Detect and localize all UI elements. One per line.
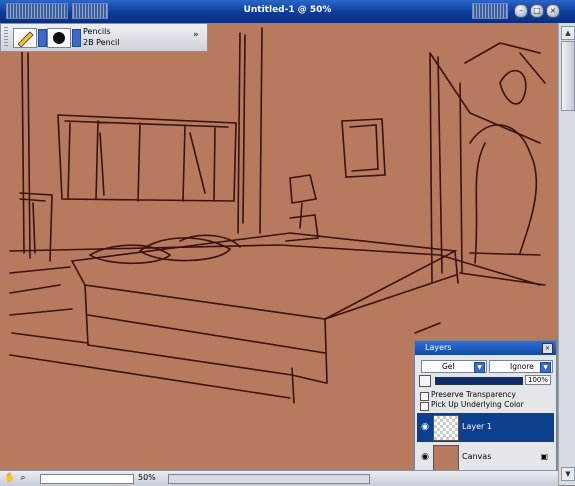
- horizontal-scrollbar[interactable]: [168, 474, 370, 484]
- lock-icon[interactable]: ▣: [540, 452, 548, 461]
- scroll-thumb[interactable]: [561, 41, 575, 111]
- composite-method-select[interactable]: Gel ▼: [421, 360, 487, 373]
- composite-depth-value: Ignore: [510, 362, 534, 371]
- variant-stepper[interactable]: [72, 29, 81, 47]
- layers-panel-header[interactable]: Layers ×: [415, 341, 556, 355]
- preserve-transparency-checkbox[interactable]: [420, 392, 429, 401]
- vertical-scrollbar[interactable]: ▲ ▼: [558, 23, 575, 485]
- opacity-field[interactable]: 100%: [525, 375, 551, 385]
- opacity-slider[interactable]: [435, 377, 523, 385]
- preserve-transparency-label: Preserve Transparency: [431, 390, 516, 399]
- pencil-icon[interactable]: [13, 28, 37, 48]
- property-bar-more[interactable]: »: [193, 30, 199, 40]
- composite-method-value: Gel: [442, 362, 455, 371]
- maximize-icon[interactable]: □: [530, 4, 544, 18]
- panel-close-icon[interactable]: ×: [542, 343, 553, 354]
- brush-icon[interactable]: [47, 28, 71, 48]
- scroll-down-icon[interactable]: ▼: [561, 467, 575, 481]
- layer-thumbnail: [433, 415, 459, 441]
- new-layer-icon[interactable]: [419, 375, 431, 387]
- title-bar: Untitled-1 @ 50% – □ ×: [0, 0, 575, 23]
- brush-category[interactable]: Pencils: [83, 27, 111, 36]
- zoom-slider[interactable]: [40, 474, 134, 484]
- chevron-down-icon[interactable]: ▼: [540, 362, 551, 373]
- chevron-down-icon[interactable]: ▼: [474, 362, 485, 373]
- layer-name: Layer 1: [462, 422, 492, 431]
- close-icon[interactable]: ×: [546, 4, 560, 18]
- hand-icon[interactable]: ✋: [4, 473, 15, 483]
- composite-depth-select[interactable]: Ignore ▼: [489, 360, 553, 373]
- layers-panel-title: Layers: [425, 343, 452, 352]
- eye-icon[interactable]: ◉: [420, 452, 430, 462]
- zoom-level: 50%: [138, 473, 156, 482]
- minimize-icon[interactable]: –: [514, 4, 528, 18]
- layer-row[interactable]: ◉ Layer 1: [417, 413, 554, 442]
- layers-panel: Layers × Gel ▼ Ignore ▼ 100% Preserve Tr…: [414, 340, 557, 472]
- title-grip-right[interactable]: [472, 3, 508, 19]
- layer-row[interactable]: ◉ Canvas ▣: [417, 443, 554, 472]
- layer-thumbnail: [433, 445, 459, 471]
- property-bar-grip[interactable]: [4, 27, 8, 47]
- layer-name: Canvas: [462, 452, 492, 461]
- pick-up-underlying-checkbox[interactable]: [420, 402, 429, 411]
- brush-variant[interactable]: 2B Pencil: [83, 38, 120, 47]
- pick-up-underlying-label: Pick Up Underlying Color: [431, 400, 524, 409]
- scroll-up-icon[interactable]: ▲: [561, 26, 575, 40]
- category-stepper[interactable]: [38, 29, 47, 47]
- eye-icon[interactable]: ◉: [420, 422, 430, 432]
- property-bar: Pencils 2B Pencil »: [0, 23, 208, 52]
- status-bar: ✋ ⌕ 50%: [0, 470, 558, 486]
- zoom-icon[interactable]: ⌕: [18, 473, 28, 483]
